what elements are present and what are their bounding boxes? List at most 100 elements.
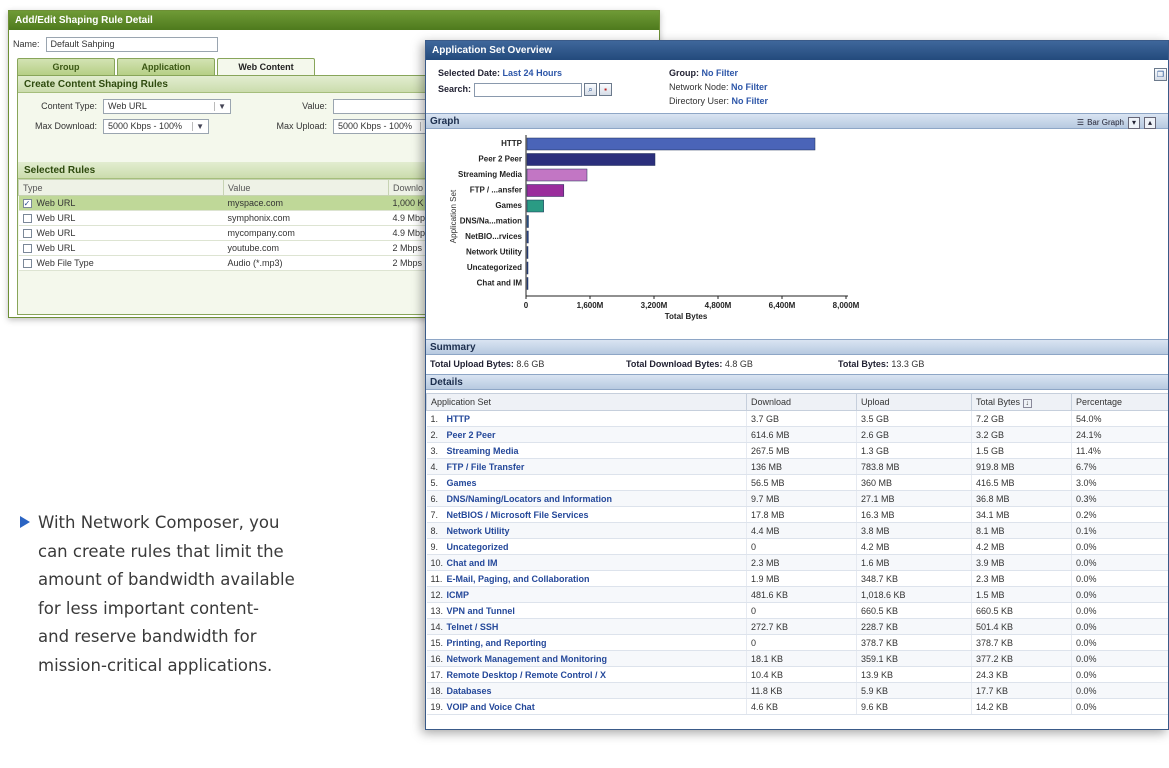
- sort-down-icon[interactable]: ↓: [1022, 399, 1033, 408]
- collapse-icon[interactable]: ▴: [1144, 116, 1156, 129]
- chevron-down-icon[interactable]: ▾: [1128, 116, 1140, 129]
- application-set-cell[interactable]: 15. Printing, and Reporting: [426, 634, 747, 651]
- table-row[interactable]: 18. Databases 11.8 KB 5.9 KB 17.7 KB 0.0%: [426, 682, 1168, 699]
- selected-date-value[interactable]: Last 24 Hours: [503, 68, 563, 78]
- application-set-name[interactable]: NetBIOS / Microsoft File Services: [447, 510, 589, 520]
- application-set-cell[interactable]: 17. Remote Desktop / Remote Control / X: [426, 666, 747, 683]
- application-set-cell[interactable]: 19. VOIP and Voice Chat: [426, 698, 747, 715]
- rule-checkbox[interactable]: [22, 229, 32, 239]
- row-index: 1.: [430, 413, 439, 424]
- directory-user-value[interactable]: No Filter: [732, 96, 769, 106]
- shaping-rule-title: Add/Edit Shaping Rule Detail: [9, 11, 659, 30]
- application-set-name[interactable]: E-Mail, Paging, and Collaboration: [447, 574, 590, 584]
- bar-chart: Application Set HTTP Peer 2 Peer Streaming …: [426, 129, 1168, 339]
- graph-type-control[interactable]: ☰ Bar Graph ▾ ▴: [1077, 115, 1156, 130]
- table-row[interactable]: 1. HTTP 3.7 GB 3.5 GB 7.2 GB 54.0%: [426, 410, 1168, 427]
- col-total-bytes[interactable]: Total Bytes ↓: [971, 393, 1072, 411]
- col-value[interactable]: Value: [223, 179, 389, 196]
- application-set-cell[interactable]: 2. Peer 2 Peer: [426, 426, 747, 443]
- rule-checkbox[interactable]: [22, 259, 32, 269]
- col-upload[interactable]: Upload: [856, 393, 972, 411]
- col-application-set[interactable]: Application Set: [426, 393, 747, 411]
- application-set-cell[interactable]: 11. E-Mail, Paging, and Collaboration: [426, 570, 747, 587]
- table-row[interactable]: 10. Chat and IM 2.3 MB 1.6 MB 3.9 MB 0.0%: [426, 554, 1168, 571]
- filter-panel: Selected Date: Last 24 Hours Search: ⌕ ▪…: [426, 65, 1168, 113]
- application-set-name[interactable]: Peer 2 Peer: [447, 430, 496, 440]
- search-icon[interactable]: ⌕: [584, 83, 597, 96]
- search-input[interactable]: [474, 83, 582, 97]
- table-row[interactable]: 14. Telnet / SSH 272.7 KB 228.7 KB 501.4 KB 0…: [426, 618, 1168, 635]
- application-set-name[interactable]: VOIP and Voice Chat: [447, 702, 535, 712]
- network-node-value[interactable]: No Filter: [731, 82, 768, 92]
- table-row[interactable]: 3. Streaming Media 267.5 MB 1.3 GB 1.5 GB 11.…: [426, 442, 1168, 459]
- tab-application[interactable]: Application: [117, 58, 215, 76]
- download-cell: 0: [746, 634, 857, 651]
- table-row[interactable]: 4. FTP / File Transfer 136 MB 783.8 MB 919.8…: [426, 458, 1168, 475]
- application-set-cell[interactable]: 13. VPN and Tunnel: [426, 602, 747, 619]
- max-download-select[interactable]: 5000 Kbps - 100% ▼: [103, 118, 209, 134]
- table-row[interactable]: 2. Peer 2 Peer 614.6 MB 2.6 GB 3.2 GB 24.1%: [426, 426, 1168, 443]
- rule-checkbox[interactable]: [22, 244, 32, 254]
- tab-group[interactable]: Group: [17, 58, 115, 76]
- application-set-cell[interactable]: 4. FTP / File Transfer: [426, 458, 747, 475]
- application-set-name[interactable]: VPN and Tunnel: [447, 606, 515, 616]
- table-row[interactable]: 11. E-Mail, Paging, and Collaboration 1.9 …: [426, 570, 1168, 587]
- col-percentage[interactable]: Percentage: [1071, 393, 1168, 411]
- table-row[interactable]: 9. Uncategorized 0 4.2 MB 4.2 MB 0.0%: [426, 538, 1168, 555]
- application-set-name[interactable]: DNS/Naming/Locators and Information: [447, 494, 613, 504]
- row-index: 14.: [430, 621, 444, 632]
- application-set-cell[interactable]: 8. Network Utility: [426, 522, 747, 539]
- row-index: 11.: [430, 573, 443, 584]
- application-set-cell[interactable]: 12. ICMP: [426, 586, 747, 603]
- group-value[interactable]: No Filter: [702, 68, 739, 78]
- table-row[interactable]: 8. Network Utility 4.4 MB 3.8 MB 8.1 MB 0.1%: [426, 522, 1168, 539]
- application-set-cell[interactable]: 6. DNS/Naming/Locators and Information: [426, 490, 747, 507]
- application-set-name[interactable]: Telnet / SSH: [447, 622, 499, 632]
- table-row[interactable]: 5. Games 56.5 MB 360 MB 416.5 MB 3.0%: [426, 474, 1168, 491]
- rule-name-input[interactable]: Default Sahping: [45, 36, 218, 52]
- content-type-select[interactable]: Web URL ▼: [103, 98, 231, 114]
- application-set-cell[interactable]: 18. Databases: [426, 682, 747, 699]
- application-set-name[interactable]: Uncategorized: [447, 542, 509, 552]
- application-set-name[interactable]: Printing, and Reporting: [447, 638, 547, 648]
- application-set-cell[interactable]: 10. Chat and IM: [426, 554, 747, 571]
- application-set-name[interactable]: Remote Desktop / Remote Control / X: [447, 670, 607, 680]
- application-set-name[interactable]: FTP / File Transfer: [447, 462, 525, 472]
- application-set-name[interactable]: Streaming Media: [447, 446, 519, 456]
- table-row[interactable]: 16. Network Management and Monitoring 18.1…: [426, 650, 1168, 667]
- application-set-cell[interactable]: 14. Telnet / SSH: [426, 618, 747, 635]
- download-cell: 0: [746, 602, 857, 619]
- max-upload-select[interactable]: 5000 Kbps - 100% ▼: [333, 118, 437, 134]
- application-set-cell[interactable]: 3. Streaming Media: [426, 442, 747, 459]
- table-row[interactable]: 7. NetBIOS / Microsoft File Services 17.8 …: [426, 506, 1168, 523]
- application-set-name[interactable]: HTTP: [447, 414, 471, 424]
- application-set-cell[interactable]: 16. Network Management and Monitoring: [426, 650, 747, 667]
- table-row[interactable]: 12. ICMP 481.6 KB 1,018.6 KB 1.5 MB 0.0%: [426, 586, 1168, 603]
- rule-value: mycompany.com: [223, 225, 389, 241]
- row-index: 19.: [430, 701, 444, 712]
- table-row[interactable]: 15. Printing, and Reporting 0 378.7 KB 378.7…: [426, 634, 1168, 651]
- row-index: 16.: [430, 653, 444, 664]
- window-restore-icon[interactable]: ❐: [1154, 68, 1167, 81]
- tab-web-content[interactable]: Web Content: [217, 58, 315, 76]
- application-set-cell[interactable]: 9. Uncategorized: [426, 538, 747, 555]
- application-set-name[interactable]: Chat and IM: [447, 558, 498, 568]
- application-set-cell[interactable]: 7. NetBIOS / Microsoft File Services: [426, 506, 747, 523]
- application-set-name[interactable]: Network Utility: [447, 526, 510, 536]
- application-set-cell[interactable]: 5. Games: [426, 474, 747, 491]
- rule-checkbox[interactable]: ✓: [22, 199, 32, 209]
- table-row[interactable]: 6. DNS/Naming/Locators and Information 9.7…: [426, 490, 1168, 507]
- application-set-cell[interactable]: 1. HTTP: [426, 410, 747, 427]
- table-row[interactable]: 19. VOIP and Voice Chat 4.6 KB 9.6 KB 14.2 K…: [426, 698, 1168, 715]
- table-row[interactable]: 17. Remote Desktop / Remote Control / X 10…: [426, 666, 1168, 683]
- rule-checkbox[interactable]: [22, 214, 32, 224]
- application-set-name[interactable]: Games: [447, 478, 477, 488]
- table-row[interactable]: 13. VPN and Tunnel 0 660.5 KB 660.5 KB 0.0%: [426, 602, 1168, 619]
- col-type[interactable]: Type: [18, 179, 224, 196]
- application-set-name[interactable]: Databases: [447, 686, 492, 696]
- total-bytes-cell: 1.5 GB: [971, 442, 1072, 459]
- export-icon[interactable]: ▪: [599, 83, 612, 96]
- application-set-name[interactable]: ICMP: [447, 590, 470, 600]
- col-download[interactable]: Download: [746, 393, 857, 411]
- application-set-name[interactable]: Network Management and Monitoring: [447, 654, 608, 664]
